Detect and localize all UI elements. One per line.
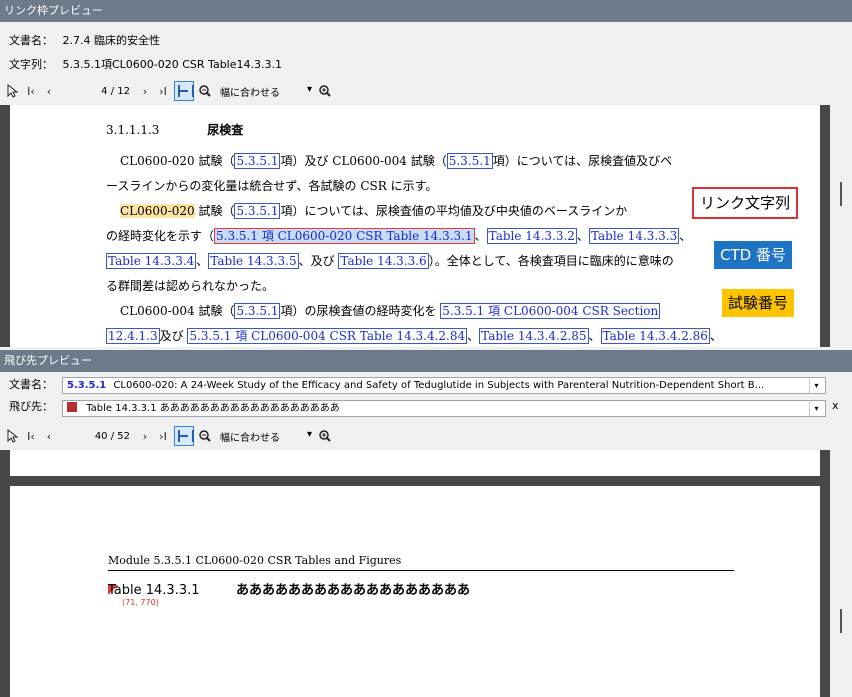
link-ctd[interactable]: 5.3.5.1 [234, 153, 281, 169]
page-header: Module 5.3.5.1 CL0600-020 CSR Tables and… [108, 552, 734, 571]
para-line-5: Table 14.3.3.4、 Table 14.3.3.5 、及び Table 1… [106, 253, 674, 269]
close-icon[interactable]: x [832, 399, 839, 412]
chevron-down-icon: ▾ [306, 428, 312, 440]
heading-title: 尿検査 [207, 123, 244, 137]
destination-preview-titlebar: 飛び先プレビュー [0, 350, 852, 372]
link-table[interactable]: Table 14.3.4.2.86 [600, 328, 710, 344]
dest-label: 飛び先： [9, 400, 53, 413]
selected-link[interactable]: 5.3.5.1 項 CL0600-020 CSR Table 14.3.3.1 [214, 228, 475, 244]
bottom-toolbar: I‹ ‹ 40 / 52 › ›I 幅に合わせる ▾ [0, 424, 852, 448]
link-section[interactable]: 12.4.1.3 [106, 328, 160, 344]
link-table[interactable]: 5.3.5.1 項 CL0600-004 CSR Table 14.3.4.2.… [187, 328, 468, 344]
link-text-callout: リンク文字列 [692, 187, 799, 219]
para-line-7: CL0600-004 試験（ 5.3.5.1 項）の尿検査値の経時変化を 5.3.5… [120, 303, 661, 319]
link-ctd[interactable]: 5.3.5.1 [234, 303, 281, 319]
last-page-icon[interactable]: ›I [156, 426, 170, 446]
dest-doc-select[interactable]: 5.3.5.1 CL0600-020: A 24-Week Study of t… [62, 377, 826, 394]
link-table[interactable]: Table 14.3.3.5 [208, 253, 299, 269]
link-ctd[interactable]: 5.3.5.1 [234, 203, 281, 219]
bottom-scrollbar[interactable] [830, 450, 852, 697]
para-line-8: 12.4.1.3 及び 5.3.5.1 項 CL0600-004 CSR Tabl… [106, 328, 722, 344]
bookmark-icon [67, 402, 77, 412]
dest-doc-label: 文書名： [9, 378, 53, 391]
dest-doc-title: CL0600-020: A 24-Week Study of the Effic… [113, 380, 765, 391]
zoom-select-value: 幅に合わせる [220, 87, 280, 99]
link-table[interactable]: Table 14.3.3.3 [588, 228, 680, 244]
table-title: ああああああああああああああああああ [236, 583, 471, 598]
link-ctd[interactable]: 5.3.5.1 [446, 153, 493, 169]
link-section[interactable]: 5.3.5.1 項 CL0600-004 CSR Section [440, 303, 661, 319]
link-table[interactable]: Table 14.3.4.2.85 [479, 328, 589, 344]
first-page-icon[interactable]: I‹ [24, 81, 38, 101]
link-preview-titlebar: リンク枠プレビュー [0, 0, 852, 22]
dest-doc-ctd: 5.3.5.1 [67, 380, 107, 391]
link-table[interactable]: Table 14.3.3.2 [486, 228, 577, 244]
para-line-1: CL0600-020 試験（ 5.3.5.1 項）及び CL0600-004 試験（… [120, 153, 673, 169]
zoom-in-icon[interactable] [318, 426, 332, 446]
para-line-6: る群間差は認められなかった。 [106, 279, 275, 293]
first-page-icon[interactable]: I‹ [24, 426, 38, 446]
top-document-page: 3.1.1.1.3 尿検査 CL0600-020 試験（ 5.3.5.1 項）及び … [10, 105, 820, 347]
prev-page-icon[interactable]: ‹ [42, 426, 56, 446]
page-number-field[interactable]: 4 / 12 [60, 86, 130, 97]
last-page-icon[interactable]: ›I [156, 81, 170, 101]
zoom-select[interactable]: 幅に合わせる ▾ [220, 429, 312, 444]
next-page-icon[interactable]: › [138, 81, 152, 101]
select-cursor-icon[interactable] [6, 426, 20, 446]
text-value: 5.3.5.1項CL0600-020 CSR Table14.3.3.1 [62, 58, 282, 71]
scroll-thumb[interactable] [840, 609, 842, 633]
study-highlight: CL0600-020 [120, 204, 195, 218]
select-cursor-icon[interactable] [6, 81, 20, 101]
previous-page-strip [10, 450, 820, 476]
study-number-callout: 試験番号 [722, 289, 795, 317]
top-toolbar: I‹ ‹ 4 / 12 › ›I 幅に合わせる ▾ [0, 79, 852, 103]
doc-name-label: 文書名： [9, 34, 53, 47]
page-number-field[interactable]: 40 / 52 [60, 431, 130, 442]
para-line-4: の経時変化を示す（ 5.3.5.1 項 CL0600-020 CSR Table … [106, 228, 692, 244]
top-text-row: 文字列： 5.3.5.1項CL0600-020 CSR Table14.3.3.… [0, 54, 852, 76]
zoom-in-icon[interactable] [318, 81, 332, 101]
dest-target-value: Table 14.3.3.1 ああああああああああああああああああ [86, 403, 340, 414]
chevron-down-icon: ▾ [809, 378, 823, 393]
fit-page-icon[interactable] [174, 426, 194, 446]
text-label: 文字列： [9, 58, 53, 71]
para-line-2: ースラインからの変化量は統合せず、各試験の CSR に示す。 [106, 179, 438, 193]
top-doc-row: 文書名： 2.7.4 臨床的安全性 [0, 30, 852, 52]
zoom-select-value: 幅に合わせる [220, 432, 280, 444]
chevron-down-icon: ▾ [809, 401, 823, 416]
top-document-view[interactable]: 3.1.1.1.3 尿検査 CL0600-020 試験（ 5.3.5.1 項）及び … [0, 105, 852, 347]
para-line-3: CL0600-020 試験（ 5.3.5.1 項）については、尿検査値の平均値及び中… [120, 203, 628, 219]
bottom-document-page: Module 5.3.5.1 CL0600-020 CSR Tables and… [10, 486, 820, 697]
heading-number: 3.1.1.1.3 [106, 123, 160, 137]
zoom-out-icon[interactable] [198, 426, 212, 446]
zoom-out-icon[interactable] [198, 81, 212, 101]
ctd-number-callout: CTD 番号 [714, 241, 792, 269]
prev-page-icon[interactable]: ‹ [42, 81, 56, 101]
coordinate-readout: (71, 770) [122, 598, 159, 607]
section-heading: 3.1.1.1.3 尿検査 [106, 119, 243, 141]
doc-name-value: 2.7.4 臨床的安全性 [62, 34, 161, 47]
fit-page-icon[interactable] [174, 81, 194, 101]
scroll-thumb[interactable] [840, 182, 842, 206]
top-scrollbar[interactable] [830, 105, 852, 347]
link-table[interactable]: Table 14.3.3.6 [338, 253, 429, 269]
link-table[interactable]: Table 14.3.3.4 [106, 253, 197, 269]
chevron-down-icon: ▾ [306, 83, 312, 95]
next-page-icon[interactable]: › [138, 426, 152, 446]
zoom-select[interactable]: 幅に合わせる ▾ [220, 84, 312, 99]
bottom-document-view[interactable]: Module 5.3.5.1 CL0600-020 CSR Tables and… [0, 450, 852, 697]
dest-target-select[interactable]: Table 14.3.3.1 ああああああああああああああああああ ▾ [62, 400, 826, 417]
